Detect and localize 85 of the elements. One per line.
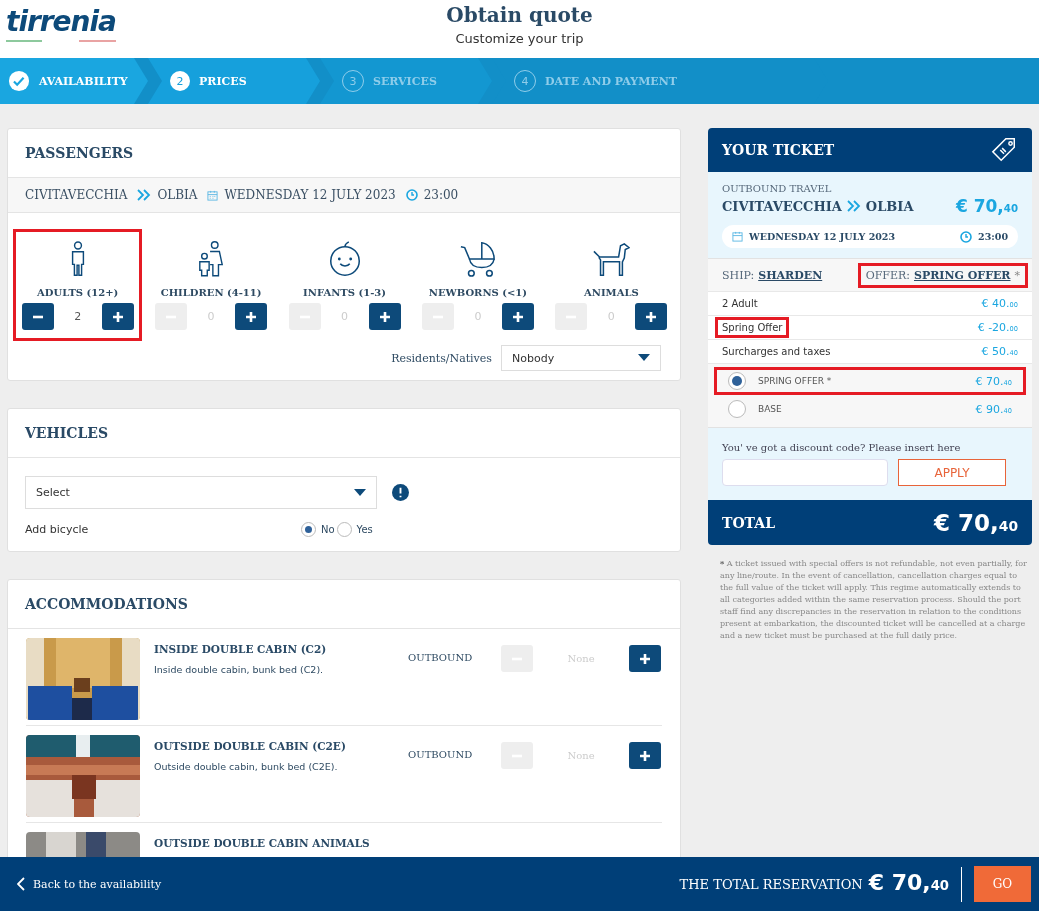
increase-button[interactable] [235,303,268,330]
offer-disclaimer: * A ticket issued with special offers is not refundable, not even partially, for any line/route. In the event of cancellation, cancellation charges equal to the full value of the ticket will apply. This regime automatically extends to all categories added within the same reservation process. Should the port staff find any discrepancies in the reservation in relation to the conditions present at embarkation, the discounted ticket will be cancelled at a charge and a new ticket must be purchased at the full daily price. [720,557,1028,642]
departure-date: WEDNESDAY 12 JULY 2023 [749,231,896,242]
clock-icon [405,189,418,201]
plus-icon [639,749,651,762]
direction-label: OUTBOUND [408,749,473,760]
passenger-type-label: ANIMALS [584,287,639,298]
departure-port: CIVITAVECCHIA [25,188,128,202]
residents-label: Residents/Natives [391,351,492,365]
cabin-description: Outside double cabin, bunk bed (C2E). [154,761,339,772]
direction-label: OUTBOUND [408,652,473,663]
section-title: VEHICLES [8,409,680,458]
info-icon[interactable] [392,484,409,501]
count-value: 2 [73,310,83,323]
fare-label: BASE [758,404,782,414]
radio-option[interactable]: No [301,522,335,537]
cabin-name: INSIDE DOUBLE CABIN (C2) [154,643,328,655]
arrival-port: OLBIA [865,198,914,214]
caret-icon [354,488,366,497]
increase-button[interactable] [501,303,534,330]
check-icon [8,70,30,92]
plus-icon [639,652,651,665]
decrease-button[interactable] [21,303,54,330]
passenger-type-label: INFANTS (1-3) [303,287,386,298]
residents-dropdown[interactable]: Nobody [501,345,661,371]
page-title: Obtain quote [446,3,593,27]
ticket-price: € 70,40 [955,196,1018,216]
page-subtitle: Customize your trip [455,31,584,46]
bicycle-label: Add bicycle [25,523,90,536]
cabin-description: Inside double cabin, bunk bed (C2). [154,664,325,675]
passenger-type-label: NEWBORNS (<1) [428,287,528,298]
passenger-type-label: ADULTS (12+) [37,287,119,298]
ship-label: SHIP: [722,268,755,282]
plus-icon [645,310,658,323]
price-line-label: Spring Offer [715,317,790,338]
departure-time: 23:00 [978,231,1008,242]
departure-time: 23:00 [423,188,459,202]
ship-link[interactable]: SHARDEN [758,268,823,282]
increase-button[interactable] [368,303,401,330]
plus-icon [511,310,524,323]
total-amount: € 70,40 [934,509,1018,536]
plus-icon [378,310,391,323]
calendar-icon [732,231,743,242]
fare-label: SPRING OFFER * [758,376,832,386]
double-chevron-icon [137,189,152,201]
cabin-name: OUTSIDE DOUBLE CABIN ANIMALS [154,837,371,849]
increase-button[interactable] [101,303,134,330]
reservation-total-amount: € 70,40 [868,866,962,902]
plus-icon [111,310,124,323]
fare-radio[interactable] [728,400,746,418]
reservation-total-label: THE TOTAL RESERVATION [679,876,863,892]
passenger-type-label: CHILDREN (4-11) [160,287,262,298]
offer-link[interactable]: SPRING OFFER [914,268,1011,282]
departure-date: WEDNESDAY 12 JULY 2023 [224,188,396,202]
radio-option[interactable]: Yes [336,522,373,537]
travel-direction: OUTBOUND TRAVEL [722,183,833,194]
dog-icon [592,240,631,278]
stroller-icon [458,240,497,278]
tag-icon [990,136,1018,164]
discount-code-field[interactable] [722,459,888,486]
fare-radio[interactable] [728,372,746,390]
plus-icon [245,310,258,323]
offer-label: OFFER: [865,268,910,282]
ticket-title: YOUR TICKET [722,142,835,158]
total-label: TOTAL [722,514,775,531]
calendar-icon [207,189,219,201]
increase-button[interactable] [635,303,668,330]
increase-button[interactable] [629,645,661,672]
price-line-label: 2 Adult [721,297,759,311]
family-icon [197,240,226,278]
brand-logo[interactable]: tirrenia [6,6,116,42]
increase-button[interactable] [629,742,661,769]
asterisk: * [1014,268,1020,282]
cabin-name: OUTSIDE DOUBLE CABIN (C2E) [154,740,347,752]
discount-prompt: You' ve got a discount code? Please insert here [722,442,962,453]
arrival-port: OLBIA [157,188,198,202]
vehicle-dropdown[interactable]: Select [25,476,377,509]
caret-icon [638,354,650,362]
chevron-left-icon [17,877,25,891]
clock-icon [960,230,973,243]
back-link[interactable]: Back to the availability [17,877,162,891]
section-title: ACCOMMODATIONS [8,580,680,629]
departure-port: CIVITAVECCHIA [722,198,842,214]
double-chevron-icon [846,200,861,212]
price-line-label: Surcharges and taxes [721,345,832,359]
